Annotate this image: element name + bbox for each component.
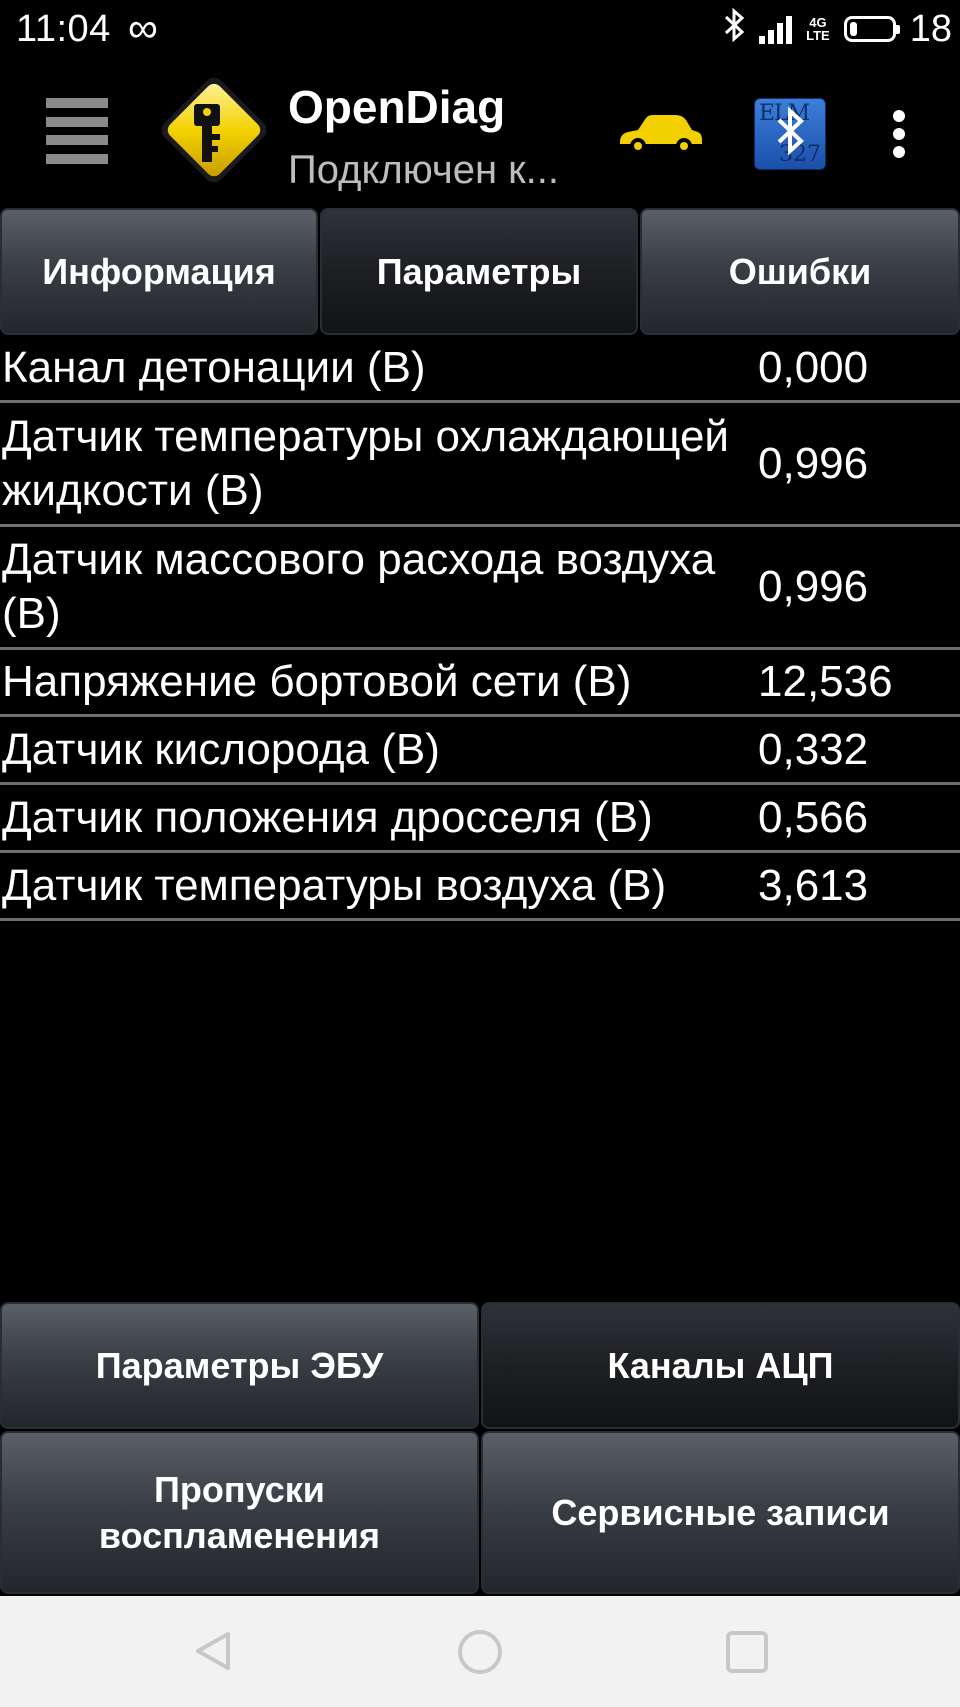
param-value: 0,332 [758, 724, 869, 774]
param-label: Датчик температуры охлаждающей жидкости … [2, 411, 730, 515]
param-value: 0,996 [758, 438, 869, 488]
tab-label: Параметры [376, 250, 582, 292]
adc-channels-button[interactable]: Каналы АЦП [481, 1302, 960, 1429]
param-row[interactable]: Канал детонации (В) 0,000 [0, 336, 960, 403]
status-icons: 4G LTE 18 [723, 6, 952, 52]
param-label: Датчик массового расхода воздуха (В) [2, 535, 716, 638]
back-icon[interactable] [190, 1628, 236, 1674]
tab-parameters[interactable]: Параметры [320, 208, 638, 335]
tab-label: Ошибки [728, 250, 872, 292]
app-title: OpenDiag [288, 81, 506, 133]
tab-errors[interactable]: Ошибки [640, 208, 960, 335]
status-bar: 11:04 ∞ 4G LTE 18 [0, 0, 960, 60]
car-icon[interactable] [616, 108, 704, 158]
param-row[interactable]: Датчик массового расхода воздуха (В) 0,9… [0, 527, 960, 650]
battery-level: 18 [909, 7, 952, 50]
param-row[interactable]: Датчик температуры воздуха (В) 3,613 [0, 853, 960, 921]
recents-icon[interactable] [724, 1629, 770, 1675]
param-label: Напряжение бортовой сети (В) [2, 657, 632, 706]
param-row[interactable]: Датчик положения дросселя (В) 0,566 [0, 785, 960, 853]
tab-bar: Информация Параметры Ошибки [0, 208, 960, 336]
param-row[interactable]: Датчик температуры охлаждающей жидкости … [0, 403, 960, 527]
app-logo-key-icon [161, 77, 267, 183]
param-value: 3,613 [758, 860, 869, 910]
button-label: Пропуски воспламенения [98, 1468, 381, 1556]
button-label: Сервисные записи [551, 1491, 890, 1533]
param-row[interactable]: Датчик кислорода (В) 0,332 [0, 717, 960, 785]
param-label: Датчик положения дросселя (В) [2, 792, 653, 842]
app-bar: OpenDiag Подключен к... ELM 327 [0, 60, 960, 208]
param-value: 12,536 [758, 657, 893, 706]
param-label: Датчик температуры воздуха (В) [2, 860, 667, 910]
home-icon[interactable] [456, 1628, 504, 1676]
param-label: Канал детонации (В) [2, 343, 426, 392]
navigation-bar [0, 1596, 960, 1707]
infinity-icon: ∞ [128, 4, 158, 51]
status-time: 11:04 [16, 8, 111, 50]
button-label: Каналы АЦП [607, 1344, 834, 1386]
tab-label: Информация [42, 250, 276, 292]
network-type: 4G LTE [806, 15, 830, 43]
bluetooth-elm327-icon[interactable]: ELM 327 [754, 98, 826, 170]
param-label: Датчик кислорода (В) [2, 724, 440, 774]
signal-icon [759, 14, 793, 44]
menu-icon[interactable] [46, 98, 108, 164]
bluetooth-status-icon [723, 7, 745, 51]
service-records-button[interactable]: Сервисные записи [481, 1431, 960, 1594]
param-value: 0,996 [758, 562, 869, 611]
overflow-menu-icon[interactable] [892, 110, 906, 158]
param-row[interactable]: Напряжение бортовой сети (В) 12,536 [0, 650, 960, 717]
param-value: 0,566 [758, 792, 869, 842]
parameters-list: Канал детонации (В) 0,000 Датчик темпера… [0, 336, 960, 921]
button-label: Параметры ЭБУ [95, 1344, 384, 1386]
tab-information[interactable]: Информация [0, 208, 318, 335]
param-value: 0,000 [758, 343, 869, 392]
connection-status: Подключен к... [288, 148, 559, 192]
battery-icon [843, 16, 900, 42]
misfires-button[interactable]: Пропуски воспламенения [0, 1431, 479, 1594]
ecu-parameters-button[interactable]: Параметры ЭБУ [0, 1302, 479, 1429]
